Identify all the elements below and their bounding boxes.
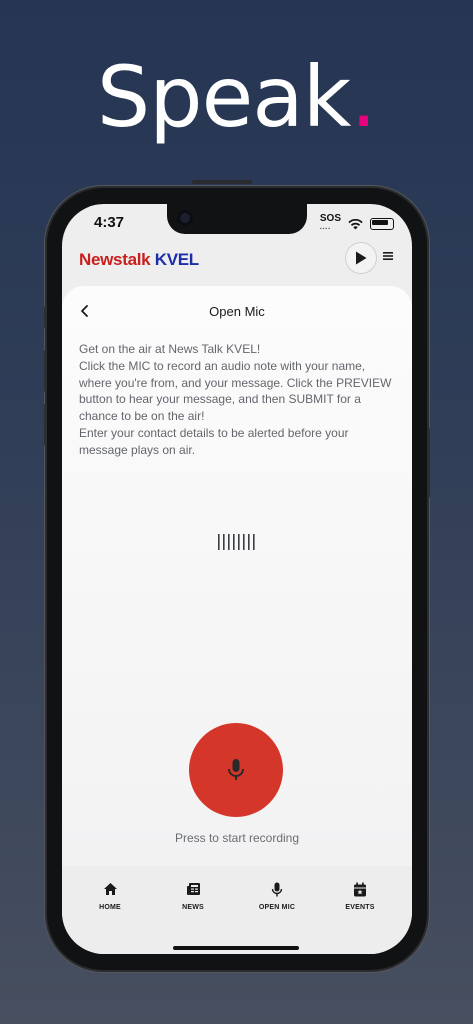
sos-label: SOS — [319, 213, 341, 224]
instructions-line: Get on the air at News Talk KVEL! — [79, 342, 261, 356]
microphone-icon — [271, 882, 283, 897]
waveform-bars-icon — [218, 534, 255, 550]
calendar-icon — [354, 882, 366, 897]
volume-up-button — [44, 350, 47, 392]
open-mic-panel: Open Mic Get on the air at News Talk KVE… — [62, 286, 412, 866]
logo-part1: Newstalk — [79, 250, 151, 269]
sos-indicator: SOS ▪▪▪▪ — [319, 213, 341, 233]
instructions-line: Enter your contact details to be alerted… — [79, 425, 349, 457]
page-title: Open Mic — [209, 304, 265, 319]
live-play-button[interactable] — [345, 242, 377, 274]
record-hint: Press to start recording — [174, 831, 300, 845]
newspaper-icon — [186, 883, 200, 895]
app-header: Newstalk KVEL — [62, 242, 412, 292]
tab-open-mic[interactable]: OPEN MIC — [242, 882, 312, 911]
bottom-tab-bar: HOME NEWS OPEN MIC EVENTS — [62, 866, 412, 954]
tab-label: OPEN MIC — [258, 904, 296, 911]
tab-news[interactable]: NEWS — [158, 882, 228, 911]
logo-part2: KVEL — [154, 250, 199, 269]
record-button[interactable] — [189, 723, 283, 817]
headline-dot: . — [350, 48, 377, 146]
hamburger-menu-icon[interactable] — [382, 250, 394, 262]
home-indicator[interactable] — [173, 946, 299, 950]
front-camera — [177, 210, 193, 226]
action-button — [44, 306, 47, 328]
phone-frame: 4:37 SOS ▪▪▪▪ Newstalk KVEL Open Mic Get… — [44, 180, 430, 970]
tab-home[interactable]: HOME — [75, 882, 145, 911]
phone-screen: 4:37 SOS ▪▪▪▪ Newstalk KVEL Open Mic Get… — [62, 204, 412, 954]
instructions-text: Get on the air at News Talk KVEL! Click … — [79, 341, 397, 459]
tab-label: HOME — [99, 904, 121, 911]
audio-waveform — [62, 533, 412, 556]
tab-label: NEWS — [182, 904, 204, 911]
microphone-icon — [228, 759, 244, 780]
tab-label: EVENTS — [345, 904, 375, 911]
wifi-icon — [348, 218, 363, 229]
home-icon — [103, 883, 117, 895]
volume-down-button — [44, 404, 47, 446]
instructions-line: Click the MIC to record an audio note wi… — [79, 358, 392, 424]
station-logo: Newstalk KVEL — [79, 250, 199, 270]
power-button — [427, 428, 430, 498]
promo-headline: Speak. — [0, 48, 473, 146]
play-icon — [356, 251, 367, 265]
tab-events[interactable]: EVENTS — [325, 882, 395, 911]
status-icons: SOS ▪▪▪▪ — [320, 214, 394, 234]
status-time: 4:37 — [94, 214, 125, 231]
headline-text: Speak — [96, 48, 351, 146]
battery-icon — [370, 218, 394, 230]
earpiece — [192, 180, 252, 184]
